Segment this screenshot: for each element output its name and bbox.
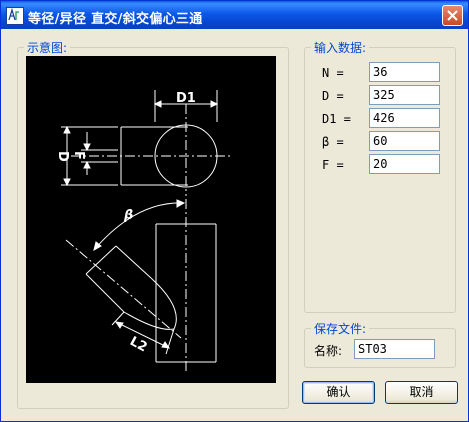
app-icon	[6, 7, 24, 25]
input-legend: 输入数据:	[314, 41, 367, 55]
beta-input[interactable]: 60	[369, 131, 440, 151]
n-input[interactable]: 36	[369, 62, 440, 82]
label-n: N =	[322, 66, 344, 80]
dialog-window: 等径/异径 直交/斜交偏心三通 示意图: D1 D F β L2 输入数据: N…	[0, 0, 469, 422]
d-input[interactable]: 325	[369, 85, 440, 105]
tee-diagram: D1 D F β L2	[26, 56, 276, 383]
save-legend: 保存文件:	[314, 322, 367, 336]
window-title: 等径/异径 直交/斜交偏心三通	[28, 12, 203, 27]
label-d: D	[55, 151, 70, 162]
preview-legend: 示意图:	[27, 41, 68, 55]
label-d1-field: D1 =	[322, 112, 351, 126]
close-icon	[447, 10, 458, 21]
label-f-field: F =	[322, 158, 344, 172]
label-d1: D1	[176, 91, 196, 106]
cancel-button[interactable]: 取消	[385, 381, 458, 404]
d1-input[interactable]: 426	[369, 108, 440, 128]
file-name-input[interactable]: ST03	[354, 339, 435, 359]
label-d-field: D =	[322, 89, 344, 103]
title-bar[interactable]: 等径/异径 直交/斜交偏心三通	[1, 1, 468, 29]
ok-button[interactable]: 确认	[302, 381, 375, 404]
file-name-label: 名称:	[314, 344, 343, 358]
label-f: F	[71, 151, 86, 160]
f-input[interactable]: 20	[369, 154, 440, 174]
close-button[interactable]	[442, 5, 463, 26]
label-beta: β	[123, 208, 133, 223]
label-beta-field: β =	[322, 135, 344, 149]
